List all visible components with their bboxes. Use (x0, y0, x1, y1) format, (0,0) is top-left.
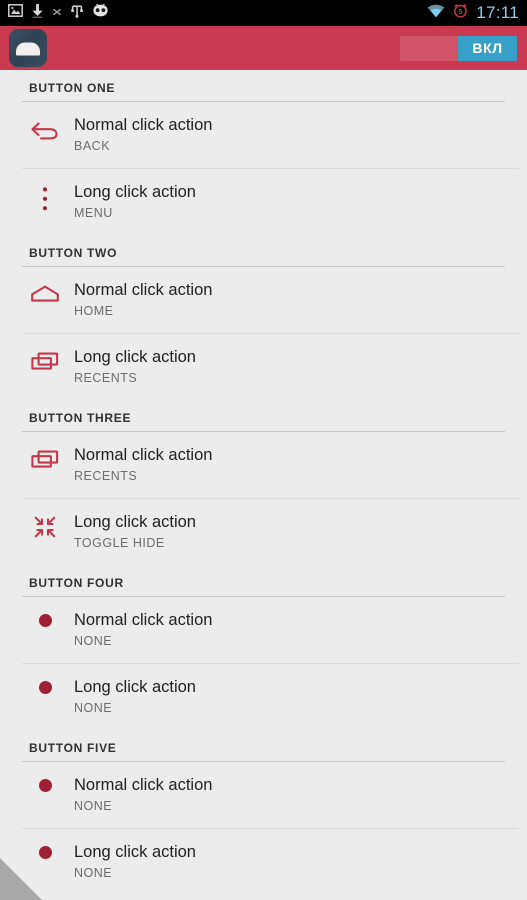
corner-triangle-overlay (0, 858, 42, 900)
section-header: BUTTON SIX (0, 895, 527, 900)
cyanogenmod-icon (92, 2, 109, 22)
home-icon (28, 280, 62, 304)
usb-icon (71, 3, 83, 23)
recents-icon (28, 347, 62, 371)
list-item[interactable]: Long click action MENU (0, 169, 527, 235)
status-bar-left-icons (8, 2, 109, 23)
list-item-subtitle: MENU (74, 206, 113, 220)
list-item[interactable]: Normal click action RECENTS (0, 432, 527, 498)
list-item-subtitle: NONE (74, 701, 113, 715)
list-item-subtitle: RECENTS (74, 371, 138, 385)
list-item[interactable]: Long click action RECENTS (0, 334, 527, 400)
none-dot-icon (28, 610, 62, 627)
list-item-title: Long click action (74, 183, 196, 201)
section-header: BUTTON TWO (29, 246, 118, 260)
app-logo-shape (16, 42, 40, 56)
list-item-title: Long click action (74, 843, 196, 861)
list-item-text: Long click action NONE (62, 677, 196, 717)
list-item-subtitle: HOME (74, 304, 114, 318)
list-item-text: Long click action NONE (62, 842, 196, 882)
status-bar-clock: 17:11 (476, 3, 519, 22)
list-item-title: Normal click action (74, 281, 213, 299)
switch-track (400, 35, 458, 61)
none-dot-icon (28, 775, 62, 792)
list-item[interactable]: Long click action TOGGLE HIDE (0, 499, 527, 565)
switch-thumb-label: ВКЛ (458, 35, 517, 61)
list-item-text: Normal click action HOME (62, 280, 212, 320)
section-header: BUTTON THREE (29, 411, 132, 425)
list-item-subtitle: NONE (74, 866, 113, 880)
list-item[interactable]: Normal click action NONE (0, 762, 527, 828)
list-item[interactable]: Long click action NONE (0, 664, 527, 730)
toggle-hide-icon (28, 512, 62, 538)
section-header: BUTTON FOUR (29, 576, 124, 590)
list-item[interactable]: Normal click action BACK (0, 102, 527, 168)
app-logo-icon[interactable] (9, 29, 47, 67)
list-item-text: Normal click action NONE (62, 775, 212, 815)
svg-text:5: 5 (459, 9, 463, 16)
list-item-text: Normal click action RECENTS (62, 445, 212, 485)
list-item-text: Long click action RECENTS (62, 347, 196, 387)
list-item-subtitle: NONE (74, 799, 113, 813)
download-icon (32, 3, 43, 23)
list-item-title: Long click action (74, 348, 196, 366)
list-item[interactable]: Normal click action NONE (0, 597, 527, 663)
list-item-title: Normal click action (74, 446, 213, 464)
recents-icon (28, 445, 62, 469)
section-header: BUTTON FIVE (29, 741, 117, 755)
list-item-text: Long click action MENU (62, 182, 196, 222)
list-item-subtitle: BACK (74, 139, 111, 153)
list-item[interactable]: Normal click action HOME (0, 267, 527, 333)
image-icon (8, 4, 23, 22)
list-item-text: Normal click action BACK (62, 115, 212, 155)
overflow-menu-icon (28, 182, 62, 212)
list-item-subtitle: NONE (74, 634, 113, 648)
alarm-icon: 5 (453, 3, 468, 23)
back-arrow-icon (28, 115, 62, 141)
status-bar: 5 17:11 (0, 0, 527, 26)
list-item-title: Long click action (74, 513, 196, 531)
wifi-icon (427, 4, 445, 23)
list-item-text: Normal click action NONE (62, 610, 212, 650)
list-item-title: Normal click action (74, 776, 213, 794)
list-item[interactable]: Long click action NONE (0, 829, 527, 895)
master-enable-switch[interactable]: ВКЛ (400, 35, 517, 61)
status-bar-right-icons: 5 17:11 (427, 0, 519, 26)
app-root: 5 17:11 ВКЛ BUTTON ONE Normal click actio… (0, 0, 527, 900)
list-item-title: Long click action (74, 678, 196, 696)
none-dot-icon (28, 842, 62, 859)
close-small-icon (52, 4, 62, 22)
settings-list[interactable]: BUTTON ONE Normal click action BACK Long cl… (0, 70, 527, 900)
list-item-title: Normal click action (74, 611, 213, 629)
list-item-text: Long click action TOGGLE HIDE (62, 512, 196, 552)
list-item-title: Normal click action (74, 116, 213, 134)
section-header: BUTTON ONE (29, 81, 116, 95)
app-bar: ВКЛ (0, 26, 527, 70)
list-item-subtitle: TOGGLE HIDE (74, 536, 165, 550)
list-item-subtitle: RECENTS (74, 469, 138, 483)
none-dot-icon (28, 677, 62, 694)
